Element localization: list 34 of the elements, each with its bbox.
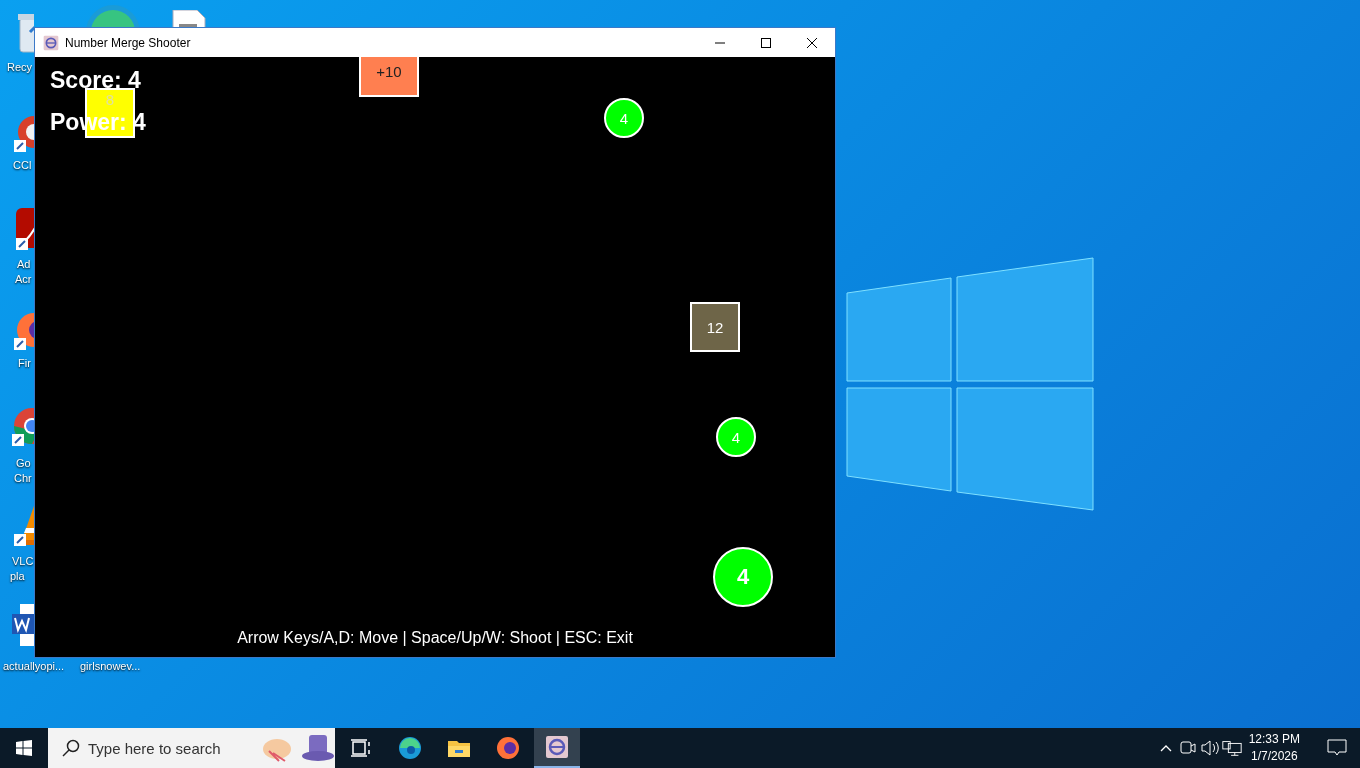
number-ball: 4 bbox=[604, 98, 644, 138]
number-block: 12 bbox=[690, 302, 740, 352]
controls-hint: Arrow Keys/A,D: Move | Space/Up/W: Shoot | ESC: Exit bbox=[237, 629, 633, 647]
app-icon bbox=[43, 34, 59, 51]
clock-time[interactable]: 12:33 PM bbox=[1248, 731, 1300, 748]
search-field[interactable]: Type here to search bbox=[48, 728, 335, 768]
number-block: +10 bbox=[359, 57, 419, 97]
desktop-icon-label[interactable]: Recy bbox=[7, 60, 33, 75]
maximize-icon bbox=[761, 37, 771, 48]
windows-icon bbox=[16, 740, 32, 756]
task-view-icon bbox=[349, 736, 373, 760]
app-icon bbox=[545, 735, 569, 759]
app-icon[interactable] bbox=[14, 208, 34, 252]
clock-date[interactable]: 1/7/2026 bbox=[1250, 748, 1298, 765]
document-icon[interactable] bbox=[171, 10, 207, 27]
number-ball: 4 bbox=[716, 417, 756, 457]
desktop-icon-label[interactable]: Chr bbox=[14, 471, 32, 486]
desktop-icon-label[interactable]: girlsnowev... bbox=[80, 659, 141, 674]
fox-icon bbox=[496, 736, 520, 760]
search-icon bbox=[62, 739, 80, 757]
desktop-icon-label[interactable]: Go bbox=[16, 456, 31, 471]
browser-icon bbox=[398, 736, 422, 760]
desktop-icon-label[interactable]: Fir bbox=[18, 356, 31, 371]
player-ball: 4 bbox=[713, 547, 773, 607]
app-button[interactable] bbox=[534, 728, 580, 768]
window-title: Number Merge Shooter bbox=[65, 35, 192, 50]
desktop-icon-label[interactable]: CCl bbox=[13, 158, 32, 173]
desktop-icon-label[interactable]: Acr bbox=[15, 272, 32, 287]
score-label: Score: 4 bbox=[50, 67, 141, 94]
close-icon bbox=[807, 37, 817, 48]
desktop-icon-label[interactable]: Ad bbox=[17, 257, 31, 272]
desktop-icon-label[interactable]: actuallyopi... bbox=[3, 659, 65, 674]
desktop-icon-label[interactable]: VLC bbox=[12, 554, 34, 569]
desktop-icon-label[interactable]: pla bbox=[10, 569, 25, 584]
